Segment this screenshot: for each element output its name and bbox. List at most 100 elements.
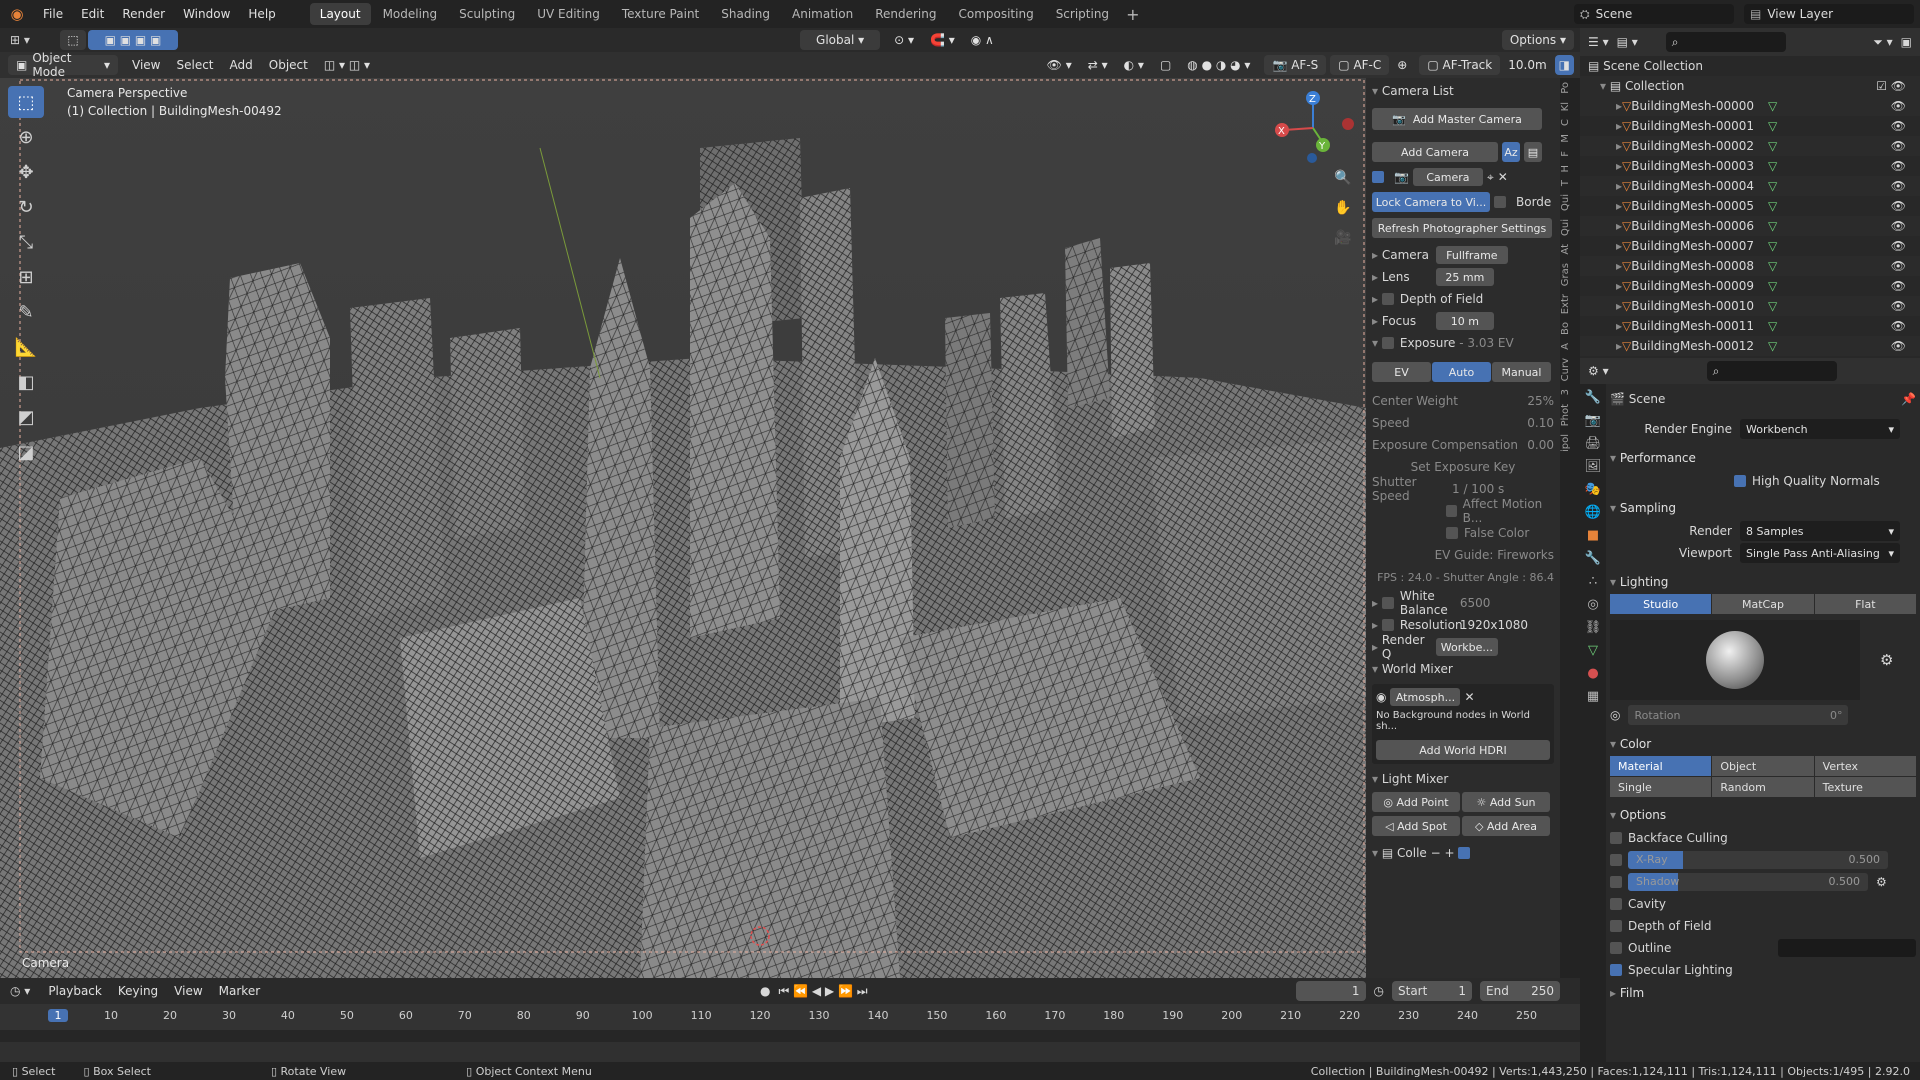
sidebar-tab[interactable]: Extr <box>1560 290 1580 318</box>
data-tab-icon[interactable]: ▽ <box>1588 643 1598 658</box>
exposure-tab-auto[interactable]: Auto <box>1432 362 1491 382</box>
add-workspace-icon[interactable]: + <box>1120 5 1145 24</box>
tab-uv-editing[interactable]: UV Editing <box>527 3 610 25</box>
proportional-edit-icon[interactable]: ◉ ∧ <box>963 30 1002 50</box>
pan-hand-icon[interactable]: ✋ <box>1334 200 1351 216</box>
dof-checkbox[interactable] <box>1381 293 1394 305</box>
view-layer-selector[interactable]: ▤ View Layer <box>1744 4 1914 24</box>
add-spot-button[interactable]: ◁ Add Spot <box>1372 816 1460 836</box>
visibility-eye-icon[interactable]: 👁 <box>1891 239 1906 253</box>
exposure-checkbox[interactable] <box>1381 337 1394 349</box>
particles-tab-icon[interactable]: ∴ <box>1589 574 1597 589</box>
af-s-button[interactable]: 📷 AF-S <box>1264 55 1327 75</box>
editor-type-icon[interactable]: ⊞ ▾ <box>0 33 60 47</box>
timeline-menu-view[interactable]: View <box>166 981 210 1001</box>
menu-window[interactable]: Window <box>174 0 239 28</box>
visibility-eye-icon[interactable]: 👁 <box>1891 219 1906 233</box>
camera-list-icon[interactable]: ▤ <box>1524 142 1542 162</box>
visibility-eye-icon[interactable]: 👁 <box>1891 199 1906 213</box>
timeline-menu-playback[interactable]: Playback <box>40 981 110 1001</box>
camera-name-field[interactable]: Camera <box>1412 168 1483 186</box>
knife-icon[interactable]: ◪ <box>8 436 44 468</box>
visibility-eye-icon[interactable]: 👁 <box>1891 159 1906 173</box>
lock-camera-button[interactable]: Lock Camera to Vi... <box>1372 192 1490 212</box>
mode-dropdown[interactable]: ▣ Object Mode ▾ <box>8 51 118 79</box>
exposure-tab-manual[interactable]: Manual <box>1492 362 1551 382</box>
outliner-item[interactable]: ▸ ▽ BuildingMesh-00010 ▽ 👁 <box>1580 296 1920 316</box>
outline-row[interactable]: Outline <box>1610 937 1916 959</box>
cursor-icon[interactable]: ⊕ <box>8 121 44 153</box>
affect-motion-row[interactable]: Affect Motion B... <box>1366 497 1560 525</box>
add-camera-button[interactable]: Add Camera <box>1372 142 1498 162</box>
select-box-modes[interactable]: ▣ ▣ ▣ ▣ <box>88 30 178 50</box>
visibility-eye-icon[interactable]: 👁 <box>1891 119 1906 133</box>
new-collection-icon[interactable]: ▣ <box>1901 35 1912 49</box>
view-object-types-icon[interactable]: 👁 ▾ <box>1039 55 1080 75</box>
timeline-menu-keying[interactable]: Keying <box>110 981 166 1001</box>
current-frame-field[interactable]: 1 <box>1295 981 1366 1001</box>
physics-tab-icon[interactable]: ◎ <box>1587 597 1598 612</box>
sensor-dropdown[interactable]: Fullframe <box>1435 246 1508 264</box>
move-icon[interactable]: ✥ <box>8 156 44 188</box>
sidebar-tab[interactable]: ipol <box>1560 430 1580 456</box>
viewport-menu-view[interactable]: View <box>124 55 168 75</box>
sidebar-tab[interactable]: 3 <box>1560 385 1580 399</box>
sidebar-tab[interactable]: Qui <box>1560 190 1580 215</box>
color-material-button[interactable]: Material <box>1610 756 1712 776</box>
specular-row[interactable]: Specular Lighting <box>1610 959 1916 981</box>
sidebar-toggle-icon[interactable]: ◨ <box>1554 55 1574 75</box>
overlay-icon[interactable]: ◐ ▾ <box>1116 55 1152 75</box>
gizmo-icon[interactable]: ⇄ ▾ <box>1080 55 1116 75</box>
sort-alpha-icon[interactable]: Az <box>1502 142 1520 162</box>
render-tab-icon[interactable]: 📷 <box>1585 413 1601 428</box>
annotate-icon[interactable]: ✎ <box>8 296 44 328</box>
color-object-button[interactable]: Object <box>1712 756 1814 776</box>
timeline-menu-marker[interactable]: Marker <box>211 981 268 1001</box>
camera-enabled-checkbox[interactable] <box>1372 171 1384 183</box>
blender-logo-icon[interactable]: ◉ <box>0 5 34 23</box>
orientation-dropdown[interactable]: Global ▾ <box>800 30 881 50</box>
sidebar-tab[interactable]: Bo <box>1560 318 1580 339</box>
tab-texture-paint[interactable]: Texture Paint <box>612 3 709 25</box>
exposure-tab-ev[interactable]: EV <box>1372 362 1431 382</box>
color-header[interactable]: ▾ Color <box>1610 732 1916 756</box>
color-vertex-button[interactable]: Vertex <box>1814 756 1916 776</box>
lighting-header[interactable]: ▾ Lighting <box>1610 570 1916 594</box>
scene-tab-icon[interactable]: 🎭 <box>1585 482 1601 497</box>
end-frame-field[interactable]: End 250 <box>1480 981 1560 1001</box>
camera-icon[interactable]: 📷 <box>1394 170 1409 184</box>
camera-view-icon[interactable]: 🎥 <box>1334 230 1351 246</box>
measure-icon[interactable]: 📐 <box>8 331 44 363</box>
start-frame-field[interactable]: Start 1 <box>1392 981 1472 1001</box>
menu-help[interactable]: Help <box>239 0 284 28</box>
texture-tab-icon[interactable]: ▦ <box>1587 689 1599 704</box>
exposure-compensation-row[interactable]: Exposure Compensation 0.00 <box>1366 434 1560 456</box>
outliner-item[interactable]: ▸ ▽ BuildingMesh-00007 ▽ 👁 <box>1580 236 1920 256</box>
options-header[interactable]: ▾ Options <box>1610 803 1916 827</box>
rotate-icon[interactable]: ↻ <box>8 191 44 223</box>
properties-search-input[interactable]: ⌕ <box>1706 361 1837 381</box>
tab-animation[interactable]: Animation <box>782 3 863 25</box>
timeline-editor-icon[interactable]: ◷ ▾ <box>10 984 30 998</box>
outliner-item[interactable]: ▸ ▽ BuildingMesh-00001 ▽ 👁 <box>1580 116 1920 136</box>
sampling-header[interactable]: ▾ Sampling <box>1610 496 1916 520</box>
border-checkbox[interactable] <box>1494 196 1506 208</box>
add-sun-button[interactable]: ☼ Add Sun <box>1462 792 1550 812</box>
film-header[interactable]: ▸ Film <box>1610 981 1916 1005</box>
studio-light-preview[interactable] <box>1610 620 1860 700</box>
refresh-settings-button[interactable]: Refresh Photographer Settings <box>1372 218 1552 238</box>
add-area-button[interactable]: ◇ Add Area <box>1462 816 1550 836</box>
visibility-eye-icon[interactable]: 👁 <box>1891 299 1906 313</box>
performance-header[interactable]: ▾ Performance <box>1610 446 1916 470</box>
world-name-field[interactable]: Atmosph... <box>1390 688 1461 706</box>
viewport-samples-dropdown[interactable]: Single Pass Anti-Aliasing ▾ <box>1740 543 1900 563</box>
outliner-item[interactable]: ▸ ▽ BuildingMesh-00000 ▽ 👁 <box>1580 96 1920 116</box>
backface-row[interactable]: Backface Culling <box>1610 827 1916 849</box>
resolution-checkbox[interactable] <box>1381 619 1394 631</box>
light-collection-name[interactable]: Colle <box>1397 846 1427 860</box>
add-cube-icon[interactable]: ◧ <box>8 366 44 398</box>
shadow-settings-icon[interactable]: ⚙ <box>1876 875 1887 889</box>
world-space-icon[interactable]: ◎ <box>1610 708 1620 722</box>
tab-scripting[interactable]: Scripting <box>1046 3 1119 25</box>
viewport-menu-select[interactable]: Select <box>168 55 221 75</box>
